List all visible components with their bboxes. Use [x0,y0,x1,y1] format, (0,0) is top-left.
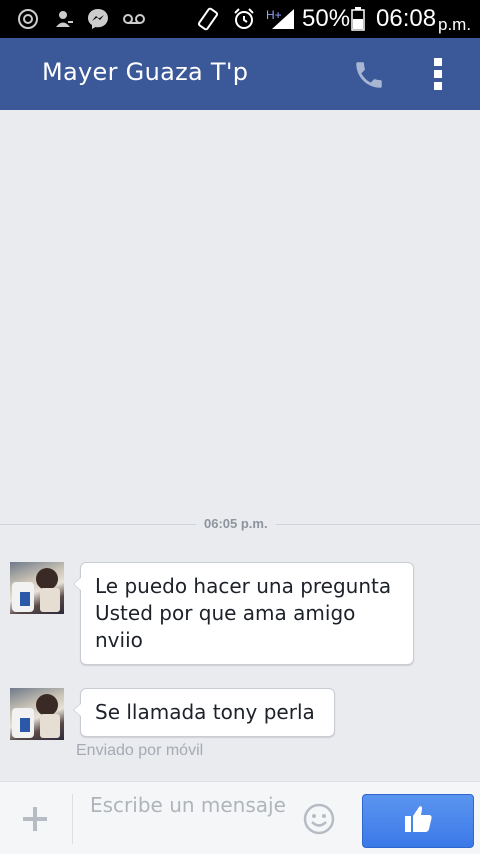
conversation-header: Mayer Guaza T'p [0,38,480,110]
message-bubble[interactable]: Se llamada tony perla [73,688,335,737]
message-bubble[interactable]: Le puedo hacer una pregunta Usted por qu… [73,562,414,665]
message-input[interactable] [90,792,290,846]
clock-ampm: p.m. [438,15,472,34]
overflow-menu-icon[interactable] [428,56,448,92]
status-bar: H+ 50% 06:08 p.m. [0,0,480,38]
signal-icon [270,7,296,31]
message-timestamp: 06:05 p.m. [196,516,276,531]
contact-name: Mayer Guaza T'p [42,58,249,86]
avatar[interactable] [10,688,64,740]
battery-percent: 50% [302,5,351,32]
message-text: nviio [95,628,143,652]
voicemail-icon [122,7,146,31]
contact-icon [52,7,76,31]
copyright-icon [16,7,40,31]
thumbs-up-icon [402,803,434,839]
sent-via-label: Enviado por móvil [76,742,204,759]
message-composer [0,781,480,854]
message-text: Se llamada tony perla [95,700,315,724]
like-button[interactable] [362,794,474,848]
battery-icon [350,7,366,31]
alarm-icon [232,7,256,31]
plus-icon[interactable] [20,804,50,834]
message-text: Usted por que ama amigo [95,601,356,625]
phone-icon[interactable] [352,58,386,92]
avatar[interactable] [10,562,64,614]
messenger-icon [86,7,110,31]
clock-time: 06:08 [376,5,437,32]
composer-divider [72,794,73,844]
emoji-icon[interactable] [302,802,336,836]
vibrate-icon [196,7,220,31]
message-text: Le puedo hacer una pregunta [95,574,392,598]
